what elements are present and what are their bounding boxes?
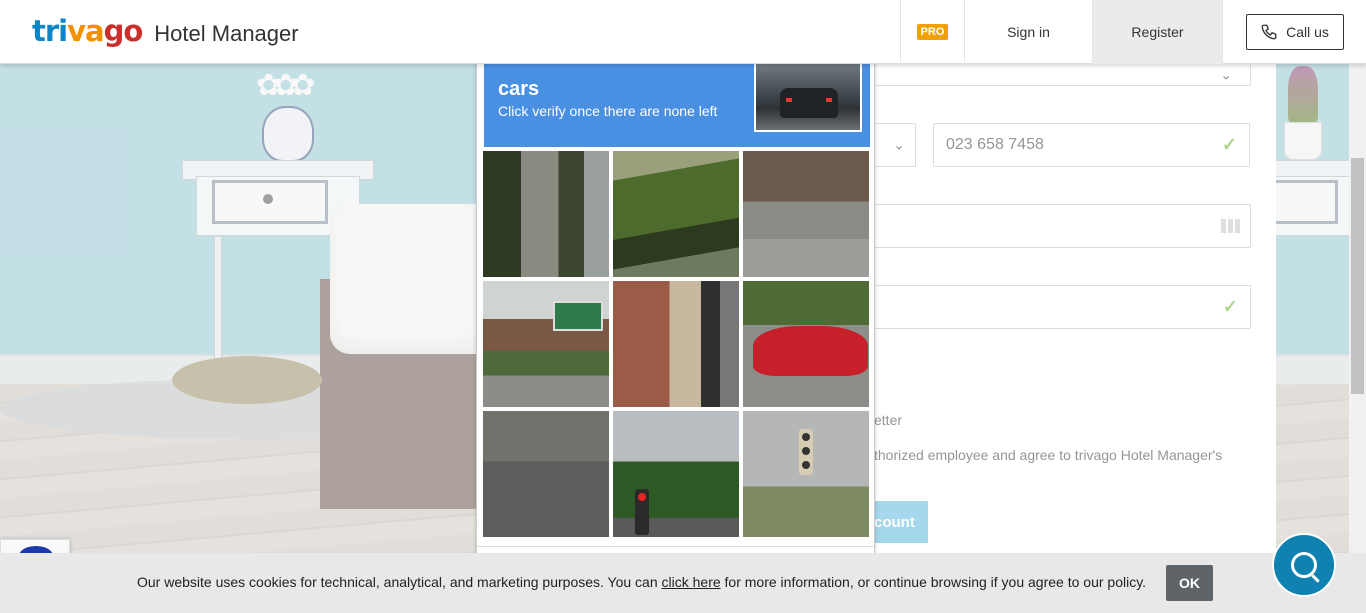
brand-name: Hotel Manager (154, 21, 299, 46)
cookie-text: Our website uses cookies for technical, … (137, 574, 1146, 590)
header-nav: PRO Sign in Register Call us (900, 0, 1366, 64)
captcha-header: cars Click verify once there are none le… (484, 56, 870, 147)
captcha-footer-divider (477, 546, 874, 547)
red-car (753, 326, 868, 376)
chat-bubble-icon (1291, 552, 1317, 578)
cookie-text-start: Our website uses cookies for technical, … (137, 574, 662, 590)
call-us-button[interactable]: Call us (1245, 14, 1344, 50)
tail-light (826, 98, 832, 102)
captcha-tile[interactable] (743, 151, 869, 277)
pro-link[interactable]: PRO (900, 0, 964, 64)
register-button[interactable]: Register (1092, 0, 1222, 64)
scrollbar-thumb[interactable] (1351, 158, 1364, 394)
captcha-tile[interactable] (483, 411, 609, 537)
top-navigation-bar: trivago Hotel Manager PRO Sign in Regist… (0, 0, 1366, 64)
chat-button[interactable] (1272, 533, 1336, 597)
sign-in-button[interactable]: Sign in (964, 0, 1092, 64)
traffic-light (635, 489, 649, 535)
captcha-tile[interactable] (743, 281, 869, 407)
captcha-tile[interactable] (743, 411, 869, 537)
cookie-more-info-link[interactable]: click here (662, 574, 721, 590)
recaptcha-challenge: cars Click verify once there are none le… (476, 40, 875, 613)
highway-sign (553, 301, 603, 331)
cookie-text-end: for more information, or continue browsi… (720, 574, 1147, 590)
captcha-sample-image (754, 56, 862, 132)
captcha-tile[interactable] (483, 151, 609, 277)
trivago-logo[interactable]: trivago (32, 14, 143, 48)
traffic-light (799, 429, 813, 475)
pro-badge: PRO (916, 24, 949, 40)
sample-car (780, 88, 838, 118)
cookie-banner: Our website uses cookies for technical, … (0, 553, 1366, 613)
phone-icon (1261, 24, 1277, 40)
captcha-tile[interactable] (613, 281, 739, 407)
cookie-ok-button[interactable]: OK (1166, 565, 1213, 601)
captcha-tile[interactable] (483, 281, 609, 407)
call-us-container: Call us (1222, 0, 1366, 64)
captcha-tile[interactable] (613, 411, 739, 537)
brand[interactable]: trivago Hotel Manager (32, 14, 299, 48)
tail-light (786, 98, 792, 102)
captcha-image-grid (483, 151, 871, 537)
captcha-tile[interactable] (613, 151, 739, 277)
call-us-label: Call us (1286, 24, 1329, 40)
